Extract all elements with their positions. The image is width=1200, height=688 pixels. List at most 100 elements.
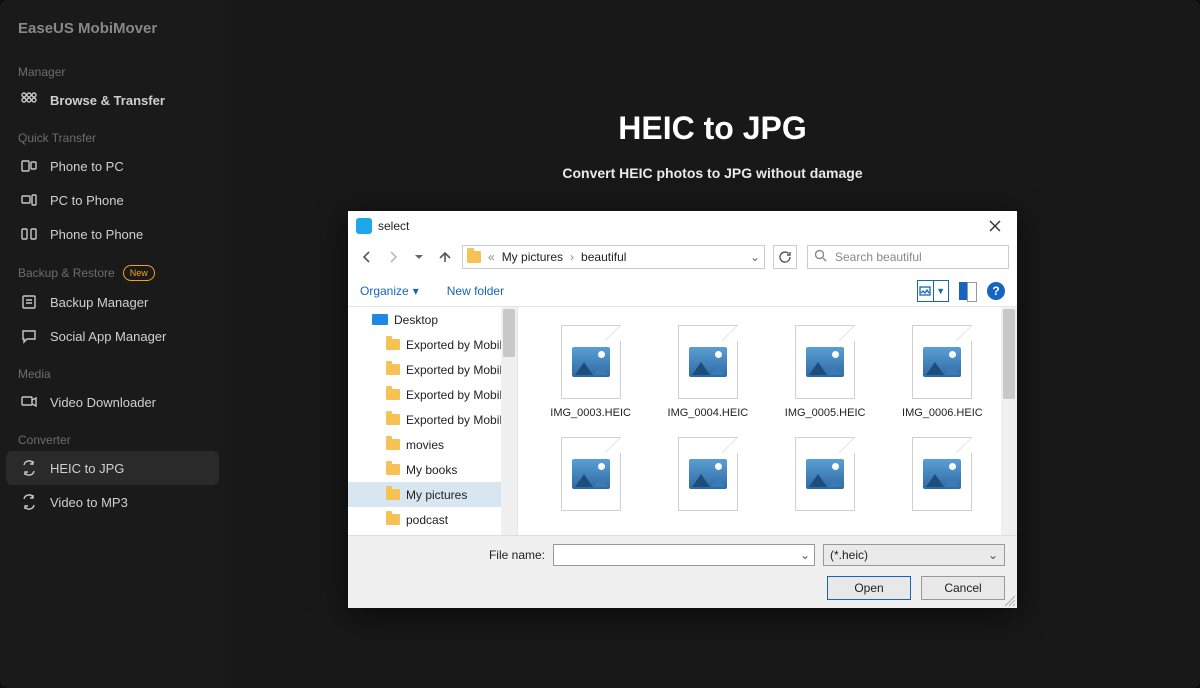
folder-icon — [386, 364, 400, 375]
heic-file-icon — [795, 325, 855, 399]
refresh-button[interactable] — [773, 245, 797, 269]
hero-subtitle: Convert HEIC photos to JPG without damag… — [225, 165, 1200, 181]
tree-item[interactable]: Exported by MobiMover — [348, 357, 517, 382]
convert-image-icon — [20, 459, 38, 477]
chat-icon — [20, 327, 38, 345]
sidebar-item-label: Phone to PC — [50, 159, 124, 174]
heic-file-icon — [912, 437, 972, 511]
search-input[interactable]: Search beautiful — [807, 245, 1009, 269]
app-title: EaseUS MobiMover — [0, 0, 225, 51]
sidebar-item-browse-transfer[interactable]: Browse & Transfer — [6, 83, 219, 117]
dialog-app-icon — [356, 218, 372, 234]
folder-icon — [386, 339, 400, 350]
sidebar-item-label: PC to Phone — [50, 193, 124, 208]
section-quick-transfer: Quick Transfer — [0, 117, 225, 149]
nav-recent-button[interactable] — [408, 246, 430, 268]
sidebar-item-phone-to-phone[interactable]: Phone to Phone — [6, 217, 219, 251]
tree-scrollbar[interactable] — [501, 307, 517, 535]
backup-icon — [20, 293, 38, 311]
phone-pc-icon — [20, 157, 38, 175]
sidebar-item-label: Phone to Phone — [50, 227, 143, 242]
sidebar-item-backup-manager[interactable]: Backup Manager — [6, 285, 219, 319]
view-mode-control[interactable]: ▼ — [917, 280, 949, 302]
file-open-dialog: select « My pictures › beautiful ⌄ Searc… — [348, 211, 1017, 608]
cancel-button[interactable]: Cancel — [921, 576, 1005, 600]
dialog-title: select — [378, 219, 981, 233]
organize-button[interactable]: Organize▾ — [360, 284, 419, 298]
help-button[interactable]: ? — [987, 282, 1005, 300]
file-item[interactable]: IMG_0005.HEIC — [777, 325, 874, 419]
chevron-down-icon[interactable]: ⌄ — [988, 548, 998, 562]
tree-item[interactable]: Exported by MobiMover — [348, 407, 517, 432]
dialog-nav: « My pictures › beautiful ⌄ Search beaut… — [348, 241, 1017, 275]
file-item[interactable]: IMG_0003.HEIC — [542, 325, 639, 419]
filename-input[interactable]: ⌄ — [553, 544, 815, 566]
heic-file-icon — [561, 437, 621, 511]
file-item[interactable]: IMG_0007.HEIC — [542, 437, 639, 531]
file-item[interactable]: IMG_0009.HEIC — [777, 437, 874, 531]
section-manager: Manager — [0, 51, 225, 83]
open-button[interactable]: Open — [827, 576, 911, 600]
dialog-toolbar: Organize▾ New folder ▼ ? — [348, 275, 1017, 307]
folder-icon — [467, 251, 481, 263]
file-item[interactable]: IMG_0008.HEIC — [659, 437, 756, 531]
heic-file-icon — [795, 437, 855, 511]
search-placeholder: Search beautiful — [835, 250, 922, 264]
tree-item[interactable]: Exported by MobiMover — [348, 382, 517, 407]
hero: HEIC to JPG Convert HEIC photos to JPG w… — [225, 110, 1200, 181]
chevron-down-icon: ▼ — [934, 281, 949, 301]
chevron-down-icon[interactable]: ⌄ — [750, 250, 760, 264]
tree-item[interactable]: Exported by MobiMover — [348, 332, 517, 357]
sidebar-item-label: Social App Manager — [50, 329, 166, 344]
address-bar[interactable]: « My pictures › beautiful ⌄ — [462, 245, 765, 269]
resize-grip-icon[interactable] — [1003, 594, 1015, 606]
dialog-close-button[interactable] — [981, 212, 1009, 240]
sidebar-item-heic-to-jpg[interactable]: HEIC to JPG — [6, 451, 219, 485]
sidebar-item-label: Browse & Transfer — [50, 93, 165, 108]
tree-item[interactable]: podcast — [348, 507, 517, 532]
file-item[interactable]: IMG_0006.HEIC — [894, 325, 991, 419]
thumbnail-view-icon — [918, 281, 933, 301]
sidebar-item-label: Backup Manager — [50, 295, 148, 310]
preview-pane-button[interactable] — [959, 282, 977, 300]
sidebar-item-label: HEIC to JPG — [50, 461, 124, 476]
folder-icon — [386, 414, 400, 425]
files-scrollbar[interactable] — [1001, 307, 1017, 535]
new-folder-button[interactable]: New folder — [447, 284, 504, 298]
breadcrumb-part[interactable]: beautiful — [581, 250, 626, 264]
chevron-down-icon: ▾ — [413, 284, 419, 298]
nav-up-button[interactable] — [434, 246, 456, 268]
file-item[interactable]: IMG_0004.HEIC — [659, 325, 756, 419]
dialog-footer: File name: ⌄ (*.heic)⌄ Open Cancel — [348, 535, 1017, 608]
file-item[interactable]: IMG_0010.HEIC — [894, 437, 991, 531]
sidebar-item-video-downloader[interactable]: Video Downloader — [6, 385, 219, 419]
search-icon — [814, 249, 827, 265]
nav-forward-button[interactable] — [382, 246, 404, 268]
files-pane: IMG_0003.HEIC IMG_0004.HEIC IMG_0005.HEI… — [518, 307, 1017, 535]
nav-back-button[interactable] — [356, 246, 378, 268]
sidebar-item-social-app-manager[interactable]: Social App Manager — [6, 319, 219, 353]
section-backup-restore: Backup & Restore New — [0, 251, 225, 285]
chevron-down-icon[interactable]: ⌄ — [800, 548, 810, 562]
filename-label: File name: — [489, 548, 545, 562]
sidebar-item-phone-to-pc[interactable]: Phone to PC — [6, 149, 219, 183]
section-media: Media — [0, 353, 225, 385]
heic-file-icon — [678, 325, 738, 399]
phone-phone-icon — [20, 225, 38, 243]
breadcrumb-part[interactable]: My pictures — [502, 250, 563, 264]
folder-icon — [386, 389, 400, 400]
tree-item[interactable]: My books — [348, 457, 517, 482]
sidebar: EaseUS MobiMover Manager Browse & Transf… — [0, 0, 225, 688]
tree-item[interactable]: movies — [348, 432, 517, 457]
new-badge: New — [123, 265, 155, 281]
hero-title: HEIC to JPG — [225, 110, 1200, 147]
sidebar-item-label: Video to MP3 — [50, 495, 128, 510]
sidebar-item-video-to-mp3[interactable]: Video to MP3 — [6, 485, 219, 519]
sidebar-item-pc-to-phone[interactable]: PC to Phone — [6, 183, 219, 217]
folder-icon — [386, 489, 400, 500]
tree-item-desktop[interactable]: Desktop — [348, 307, 517, 332]
tree-item-selected[interactable]: My pictures — [348, 482, 517, 507]
dialog-titlebar: select — [348, 211, 1017, 241]
file-type-filter[interactable]: (*.heic)⌄ — [823, 544, 1005, 566]
convert-audio-icon — [20, 493, 38, 511]
